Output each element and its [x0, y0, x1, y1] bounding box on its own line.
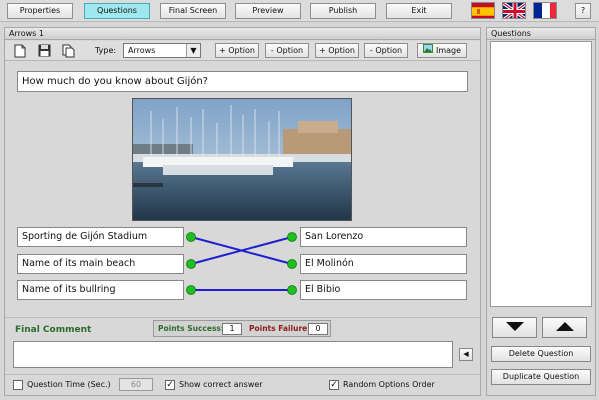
remove-option-button[interactable]: - Option [265, 43, 309, 58]
questions-list[interactable] [490, 41, 592, 307]
random-order-checkbox[interactable]: ✓ [329, 380, 339, 390]
uk-flag-icon[interactable] [502, 2, 526, 19]
question-options-row: Question Time (Sec.) 60 ✓ Show correct a… [5, 374, 480, 396]
add-option-right-button[interactable]: + Option [315, 43, 359, 58]
questions-panel-header: Questions [487, 28, 595, 40]
final-comment-input[interactable] [13, 341, 453, 368]
left-connector-dot-3 [186, 285, 196, 295]
right-option-3[interactable]: El Bibio [300, 280, 467, 300]
exit-button[interactable]: Exit [386, 3, 452, 19]
question-editor-header: Arrows 1 [5, 28, 480, 40]
right-connector-dot-2 [287, 259, 297, 269]
type-select-value: Arrows [128, 46, 156, 55]
points-failure-input[interactable]: 0 [308, 323, 328, 335]
duplicate-question-button[interactable]: Duplicate Question [491, 369, 591, 385]
editor-toolbar: Type: Arrows ▼ + Option - Option + Optio… [5, 41, 480, 61]
move-down-button[interactable] [492, 317, 537, 338]
save-icon[interactable] [37, 44, 51, 58]
question-time-input[interactable]: 60 [119, 378, 153, 391]
arrow-up-icon [555, 322, 574, 331]
right-option-2[interactable]: El Molinón [300, 254, 467, 274]
delete-question-button[interactable]: Delete Question [491, 346, 591, 362]
points-success-input[interactable]: 1 [222, 323, 242, 335]
france-flag-icon[interactable] [533, 2, 557, 19]
question-time-checkbox[interactable] [13, 380, 23, 390]
points-failure-label: Points Failure: [249, 324, 311, 333]
points-success-label: Points Success: [158, 324, 224, 333]
show-correct-checkbox[interactable]: ✓ [165, 380, 175, 390]
image-button-label: Image [435, 46, 462, 55]
add-option-button[interactable]: + Option [215, 43, 259, 58]
new-document-icon[interactable] [13, 44, 27, 58]
left-connector-dot-2 [186, 259, 196, 269]
final-comment-label: Final Comment [15, 325, 92, 335]
image-button[interactable]: Image [417, 43, 467, 58]
remove-option-right-button[interactable]: - Option [364, 43, 408, 58]
image-icon [422, 44, 433, 57]
properties-button[interactable]: Properties [7, 3, 73, 19]
collapse-arrow-icon[interactable]: ◀ [459, 348, 473, 361]
right-connector-dot-3 [287, 285, 297, 295]
top-menu-bar: Properties Questions Final Screen Previe… [0, 0, 599, 22]
connection-line-2 [190, 236, 293, 265]
connection-line-1 [190, 236, 293, 265]
left-connector-dot-1 [186, 232, 196, 242]
show-correct-label: Show correct answer [179, 380, 263, 389]
left-option-3[interactable]: Name of its bullring [17, 280, 184, 300]
random-order-label: Random Options Order [343, 380, 435, 389]
points-box: Points Success: 1 Points Failure: 0 [153, 320, 331, 337]
question-editor-panel: Arrows 1 Type: Arrows ▼ + Option - Optio… [4, 27, 481, 396]
move-up-button[interactable] [542, 317, 587, 338]
final-comment-row: Final Comment Points Success: 1 Points F… [5, 317, 480, 339]
publish-button[interactable]: Publish [310, 3, 376, 19]
arrow-down-icon [505, 322, 524, 331]
chevron-down-icon[interactable]: ▼ [186, 44, 200, 57]
preview-button[interactable]: Preview [235, 3, 301, 19]
left-option-1[interactable]: Sporting de Gijón Stadium [17, 227, 184, 247]
right-connector-dot-1 [287, 232, 297, 242]
left-option-2[interactable]: Name of its main beach [17, 254, 184, 274]
type-label: Type: [95, 46, 117, 55]
copy-document-icon[interactable] [61, 44, 75, 58]
questions-panel: Questions Delete Question Duplicate Ques… [486, 27, 596, 396]
help-button[interactable]: ? [575, 3, 591, 19]
question-text-input[interactable]: How much do you know about Gijón? [17, 71, 468, 92]
right-option-1[interactable]: San Lorenzo [300, 227, 467, 247]
type-select[interactable]: Arrows ▼ [123, 43, 201, 58]
question-image [132, 98, 352, 221]
questions-button[interactable]: Questions [84, 3, 150, 19]
final-screen-button[interactable]: Final Screen [160, 3, 226, 19]
spain-flag-icon[interactable] [471, 2, 495, 19]
question-time-label: Question Time (Sec.) [27, 380, 111, 389]
